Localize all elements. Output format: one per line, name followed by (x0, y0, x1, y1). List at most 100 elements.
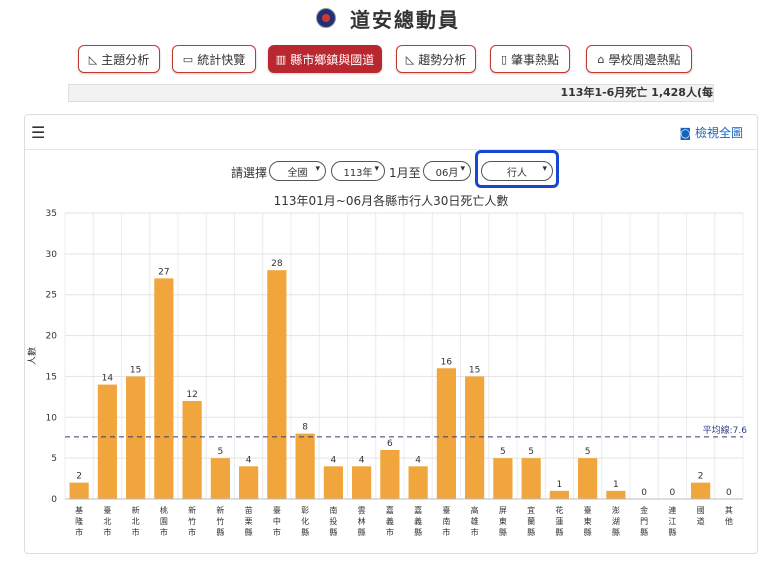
y-tick-label: 25 (46, 291, 57, 301)
camera-icon: ◙ (679, 126, 692, 140)
nav-label: 趨勢分析 (418, 52, 467, 67)
year-select[interactable]: 113年 ▾ (331, 161, 385, 181)
nav-trend-analysis[interactable]: ◺ 趨勢分析 (396, 45, 476, 73)
data-label: 1 (613, 480, 619, 490)
bar (352, 466, 372, 499)
data-label: 6 (387, 439, 393, 449)
chart-card: ☰ ◙ 檢視全圖 請選擇 全國 ▾ 113年 ▾ 1月至 06月 ▾ 行人 ▾ 113年… (24, 114, 758, 554)
chevron-down-icon: ▾ (374, 164, 379, 174)
bar (465, 376, 485, 499)
header: 道安總動員 (0, 0, 780, 36)
area-chart-icon: ◺ (405, 52, 415, 66)
site-title: 道安總動員 (350, 8, 460, 32)
month-to-value: 06月 (435, 167, 459, 179)
region-select[interactable]: 全國 ▾ (269, 161, 326, 181)
y-tick-label: 10 (46, 413, 58, 423)
nav-topic-analysis[interactable]: ◺ 主題分析 (78, 45, 160, 73)
data-label: 0 (641, 488, 647, 498)
card-icon: ▭ (182, 52, 194, 66)
x-tick-label: 基隆市 (75, 505, 83, 537)
x-tick-label: 屏東縣 (499, 506, 507, 537)
bar (182, 400, 202, 499)
x-tick-label: 彰化縣 (301, 505, 309, 537)
x-tick-label: 新北市 (132, 505, 140, 537)
x-tick-label: 嘉義縣 (414, 505, 422, 537)
nav-stats-overview[interactable]: ▭ 統計快覽 (172, 45, 256, 73)
bar (691, 482, 711, 499)
data-label: 0 (670, 488, 676, 498)
bar (578, 458, 598, 499)
x-tick-label: 臺北市 (103, 505, 111, 537)
x-tick-label: 桃園市 (160, 505, 168, 537)
data-label: 1 (557, 480, 563, 490)
x-tick-label: 澎湖縣 (612, 505, 620, 537)
x-tick-label: 連江縣 (668, 505, 676, 537)
data-label: 2 (76, 472, 82, 482)
bar (267, 270, 287, 499)
data-label: 4 (246, 455, 252, 465)
school-icon: ⌂ (597, 52, 605, 66)
bar (380, 449, 400, 499)
view-fullscreen-label: 檢視全圖 (694, 126, 743, 140)
data-label: 4 (359, 455, 365, 465)
x-tick-label: 高雄市 (471, 505, 479, 537)
nav-school-hotspots[interactable]: ⌂ 學校周邊熱點 (586, 45, 692, 73)
data-label: 0 (726, 488, 732, 498)
data-label: 5 (500, 447, 506, 457)
view-fullscreen-button[interactable]: ◙ 檢視全圖 (680, 124, 744, 141)
x-tick-label: 臺東縣 (584, 505, 592, 537)
year-value: 113年 (343, 167, 373, 179)
data-label: 4 (331, 455, 337, 465)
chevron-down-icon: ▾ (460, 164, 465, 174)
bar (295, 433, 315, 499)
month-from-text: 1月至 (389, 166, 421, 180)
x-tick-label: 雲林縣 (358, 506, 366, 537)
y-tick-label: 30 (46, 250, 58, 260)
ticker-text: 113年1-6月死亡 1,428人(每 (560, 86, 714, 99)
y-axis-label: 人數 (26, 347, 38, 365)
x-tick-label: 苗栗縣 (245, 506, 253, 537)
data-label: 16 (441, 357, 453, 367)
nav-county-highway[interactable]: ▥ 縣市鄉鎮與國道 (268, 45, 382, 73)
x-tick-label: 花蓮縣 (555, 505, 563, 537)
data-label: 5 (528, 447, 534, 457)
bar (126, 376, 146, 499)
average-label: 平均線:7.6 (703, 424, 748, 436)
data-label: 12 (186, 390, 197, 400)
bar (97, 384, 117, 499)
data-label: 5 (218, 447, 224, 457)
region-value: 全國 (287, 167, 308, 179)
area-chart-icon: ◺ (88, 52, 98, 66)
x-tick-label: 其他 (725, 506, 733, 526)
data-label: 8 (302, 423, 308, 433)
data-label: 15 (469, 365, 480, 375)
chevron-down-icon: ▾ (315, 164, 320, 174)
annotation-highlight-box (475, 150, 559, 188)
bar (323, 466, 343, 499)
data-label: 5 (585, 447, 591, 457)
y-tick-label: 5 (51, 454, 57, 464)
bar (154, 278, 174, 499)
bar (239, 466, 259, 499)
x-tick-label: 宜蘭縣 (527, 505, 535, 537)
y-tick-label: 0 (51, 495, 57, 505)
card-toolbar: ☰ ◙ 檢視全圖 (25, 115, 757, 150)
bar (549, 490, 569, 499)
menu-icon[interactable]: ☰ (31, 123, 45, 142)
map-icon: ▯ (500, 52, 508, 66)
x-tick-label: 金門縣 (640, 505, 648, 537)
bar (408, 466, 428, 499)
nav-accident-hotspots[interactable]: ▯ 肇事熱點 (490, 45, 570, 73)
nav-label: 學校周邊熱點 (608, 52, 681, 67)
data-label: 2 (698, 472, 704, 482)
bar (436, 368, 456, 499)
data-label: 27 (158, 267, 169, 277)
nav-label: 縣市鄉鎮與國道 (290, 52, 375, 67)
data-label: 4 (415, 455, 421, 465)
death-ticker: 113年1-6月死亡 1,428人(每 (68, 84, 714, 102)
filter-prompt: 請選擇 (231, 166, 268, 180)
data-label: 15 (130, 365, 141, 375)
month-to-select[interactable]: 06月 ▾ (423, 161, 471, 181)
x-tick-label: 新竹縣 (216, 505, 224, 537)
nav-label: 統計快覽 (197, 52, 246, 67)
